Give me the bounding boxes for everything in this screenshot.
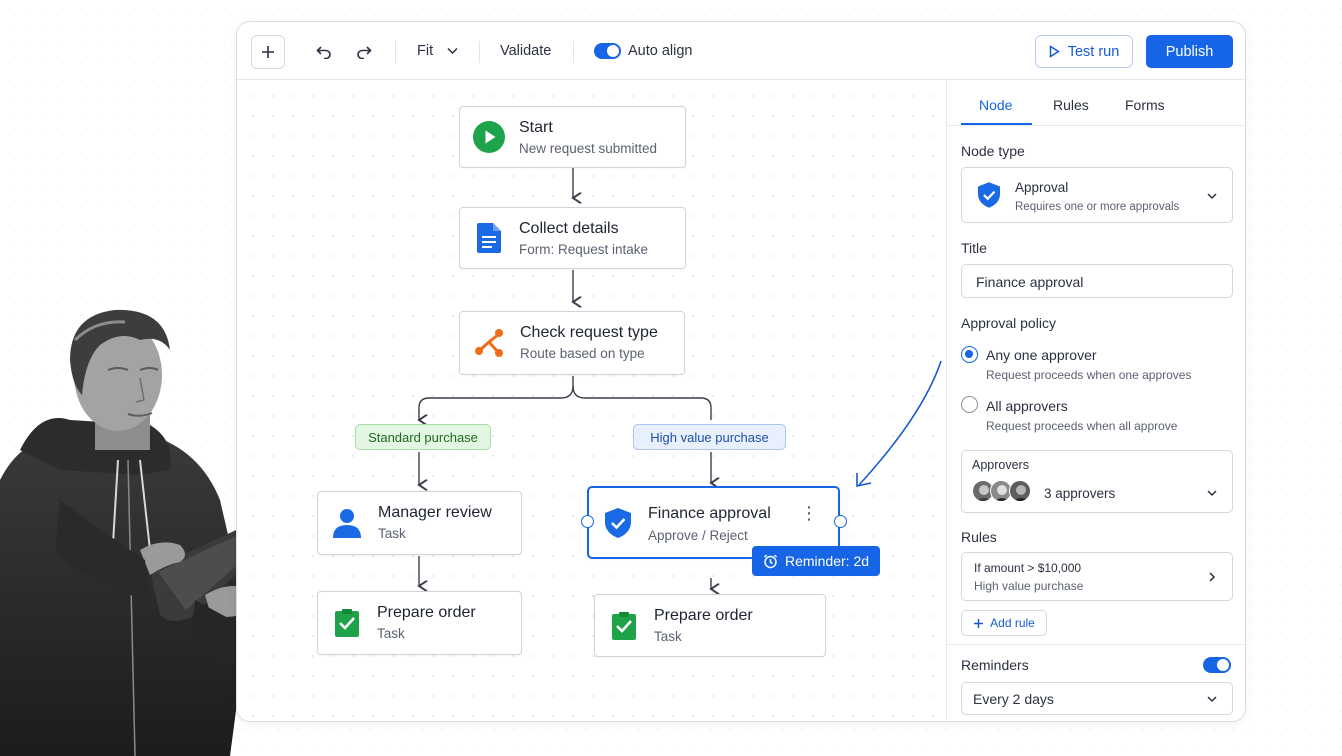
active-tab-indicator: [961, 123, 1032, 125]
radio-any-one-approver[interactable]: [961, 346, 978, 363]
policy-option-title: All approvers: [986, 398, 1068, 414]
node-subtitle: Task: [377, 626, 405, 641]
reminder-badge-label: Reminder: 2d: [784, 553, 870, 569]
chevron-down-icon: [1207, 696, 1217, 703]
approvers-label: Approvers: [972, 458, 1029, 472]
reminders-toggle[interactable]: [1203, 657, 1231, 673]
approvers-count: 3 approvers: [1044, 486, 1116, 501]
chevron-right-icon: [1209, 572, 1216, 582]
workflow-editor-window: Fit Validate Auto align Test run Publish: [236, 21, 1246, 722]
rule-condition: If amount > $10,000: [974, 561, 1082, 575]
alarm-clock-icon: [763, 553, 777, 568]
reminder-frequency-value: Every 2 days: [973, 691, 1054, 707]
test-run-button[interactable]: Test run: [1035, 35, 1133, 68]
approval-policy-label: Approval policy: [961, 315, 1056, 331]
node-title: Start: [519, 119, 553, 136]
node-title: Collect details: [519, 220, 619, 237]
plus-icon: [974, 618, 984, 628]
check-request-type-node[interactable]: Check request type Route based on type: [459, 311, 685, 375]
node-subtitle: Approve / Reject: [648, 528, 748, 543]
node-type-title: Approval: [1015, 180, 1069, 195]
add-rule-button[interactable]: Add rule: [961, 610, 1047, 636]
properties-panel: Node Rules Forms Node type Approval Requ…: [946, 80, 1245, 721]
checklist-icon: [330, 606, 364, 640]
play-circle-icon: [472, 120, 506, 154]
zoom-select[interactable]: Fit: [417, 43, 458, 59]
redo-icon: [357, 46, 372, 59]
publish-button[interactable]: Publish: [1146, 35, 1233, 68]
title-label: Title: [961, 240, 987, 256]
node-subtitle: Form: Request intake: [519, 242, 649, 257]
workflow-canvas[interactable]: Start New request submitted Collect deta…: [237, 80, 946, 721]
panel-tabs: Node Rules Forms: [947, 80, 1245, 126]
approvers-select[interactable]: Approvers 3 approvers: [961, 450, 1233, 513]
node-type-select[interactable]: Approval Requires one or more approvals: [961, 167, 1233, 223]
connection-handle-left[interactable]: [581, 515, 594, 528]
validate-button[interactable]: Validate: [500, 43, 551, 59]
add-node-button[interactable]: [251, 35, 285, 69]
checklist-icon: [607, 609, 641, 643]
collect-details-node[interactable]: Collect details Form: Request intake: [459, 207, 686, 269]
node-subtitle: Task: [378, 526, 406, 541]
node-title: Manager review: [378, 504, 492, 521]
auto-align-label: Auto align: [628, 43, 693, 59]
policy-option-desc: Request proceeds when all approve: [986, 419, 1178, 433]
plus-icon: [262, 46, 274, 58]
node-subtitle: Route based on type: [520, 346, 645, 361]
policy-option-desc: Request proceeds when one approves: [986, 368, 1192, 382]
toolbar-divider: [395, 41, 396, 63]
undo-icon: [316, 46, 331, 59]
policy-option-title: Any one approver: [986, 347, 1097, 363]
tab-forms[interactable]: Forms: [1125, 97, 1165, 113]
zoom-select-label: Fit: [417, 43, 434, 59]
start-node[interactable]: Start New request submitted: [459, 106, 686, 168]
document-icon: [472, 221, 506, 255]
node-title: Check request type: [520, 324, 658, 341]
add-rule-label: Add rule: [990, 616, 1035, 630]
more-options-icon[interactable]: ⋮: [800, 504, 818, 522]
title-input-value: Finance approval: [976, 274, 1084, 290]
title-input[interactable]: Finance approval: [961, 264, 1233, 298]
reminder-frequency-select[interactable]: Every 2 days: [961, 682, 1233, 715]
connection-handle-right[interactable]: [834, 515, 847, 528]
tab-rules[interactable]: Rules: [1053, 97, 1089, 113]
node-subtitle: Task: [654, 629, 682, 644]
redo-button[interactable]: [354, 42, 374, 62]
node-title: Prepare order: [654, 607, 753, 624]
toolbar-divider: [573, 41, 574, 63]
test-run-label: Test run: [1067, 43, 1120, 60]
branch-icon: [472, 326, 506, 360]
auto-align-toggle[interactable]: [594, 43, 621, 59]
prepare-order-node-right[interactable]: Prepare order Task: [594, 594, 826, 657]
node-subtitle: New request submitted: [519, 141, 658, 156]
shield-check-icon: [601, 506, 635, 540]
toolbar-divider: [479, 41, 480, 63]
tab-node[interactable]: Node: [979, 97, 1012, 113]
rule-item[interactable]: If amount > $10,000 High value purchase: [961, 552, 1233, 601]
chevron-down-icon: [1207, 490, 1217, 497]
node-title: Finance approval: [648, 505, 771, 522]
person-icon: [330, 506, 364, 540]
section-divider: [947, 644, 1245, 645]
node-type-subtitle: Requires one or more approvals: [1015, 201, 1180, 213]
reminder-badge[interactable]: Reminder: 2d: [752, 546, 880, 576]
avatar: [1009, 480, 1031, 502]
node-title: Prepare order: [377, 604, 476, 621]
chevron-down-icon: [447, 47, 458, 55]
rule-name: High value purchase: [974, 579, 1084, 593]
annotation-arrow: [856, 360, 942, 487]
toolbar: Fit Validate Auto align Test run Publish: [237, 22, 1245, 80]
manager-review-node[interactable]: Manager review Task: [317, 491, 522, 555]
radio-all-approvers[interactable]: [961, 396, 978, 413]
undo-button[interactable]: [314, 42, 334, 62]
play-icon: [1049, 45, 1060, 58]
rules-label: Rules: [961, 529, 997, 545]
reminders-label: Reminders: [961, 657, 1029, 673]
branch-tag-standard[interactable]: Standard purchase: [355, 424, 491, 450]
shield-check-icon: [978, 182, 1000, 208]
chevron-down-icon: [1207, 193, 1217, 200]
branch-tag-high-value[interactable]: High value purchase: [633, 424, 786, 450]
node-type-label: Node type: [961, 143, 1025, 159]
prepare-order-node-left[interactable]: Prepare order Task: [317, 591, 522, 655]
